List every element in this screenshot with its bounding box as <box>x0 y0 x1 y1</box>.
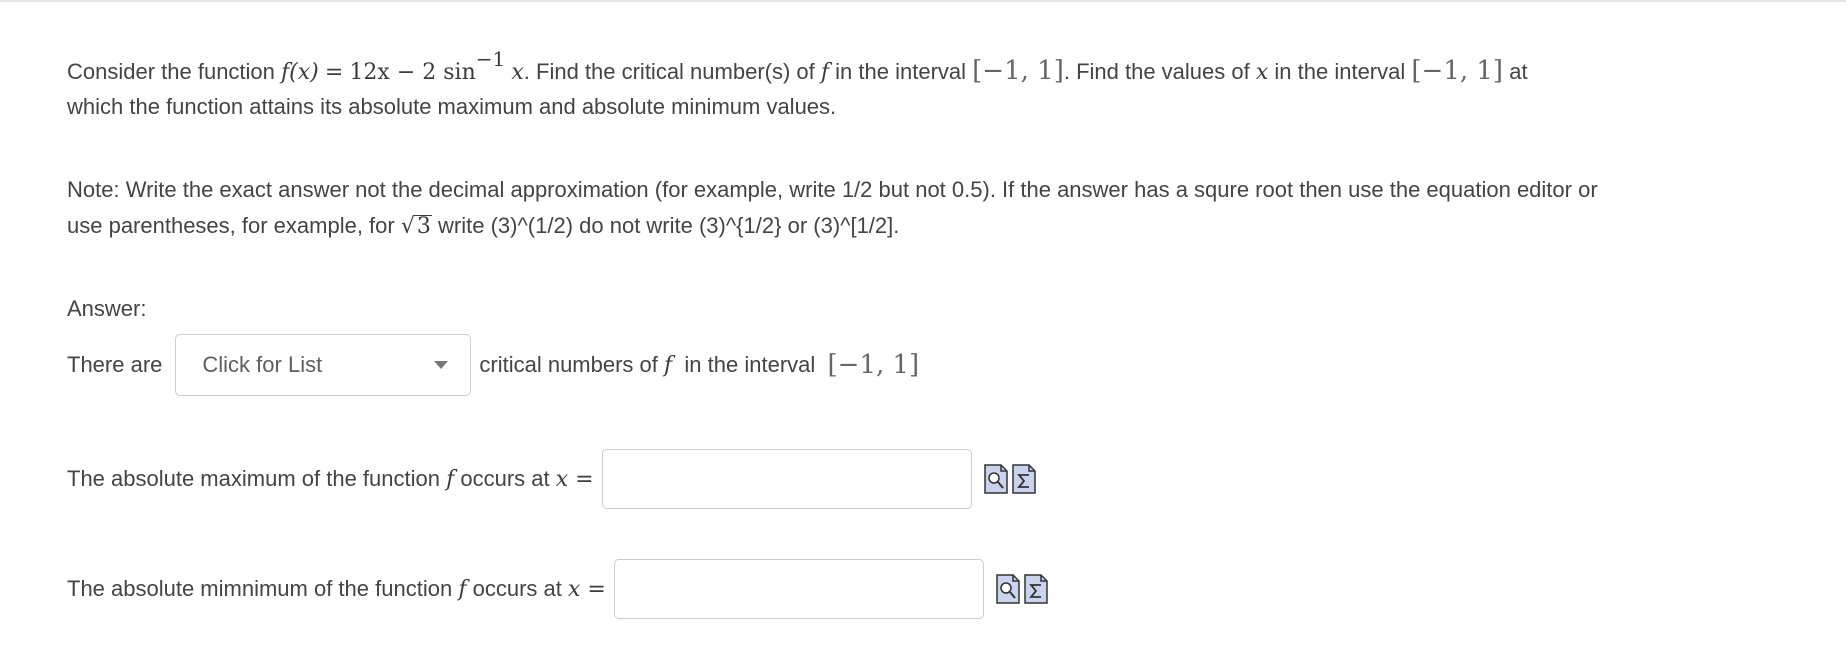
interval-2: [−1, 1] <box>1411 56 1504 86</box>
sqrt-expression: √3 <box>401 209 432 245</box>
note-line-2: use parentheses, for example, for √3 wri… <box>67 208 899 245</box>
x-symbol: x <box>1255 60 1269 85</box>
f-symbol: f <box>820 60 830 85</box>
equation-editor-icon[interactable] <box>1024 574 1048 604</box>
equation-editor-icon[interactable] <box>1011 464 1036 494</box>
question-text-b: in the interval <box>835 59 967 84</box>
note-text-a: use parentheses, for example, for <box>67 213 395 238</box>
critical-prefix: There are <box>67 352 163 377</box>
absolute-min-row: The absolute mimnimum of the function f … <box>67 559 1048 619</box>
preview-icon[interactable] <box>983 464 1008 494</box>
abs-max-input[interactable] <box>601 449 972 509</box>
critical-count-select[interactable]: Click for List <box>175 334 472 396</box>
question-line-1: Consider the function f(x) = 12x − 2 sin… <box>67 47 1528 91</box>
note-text-b: write (3)^(1/2) do not write (3)^{1/2} o… <box>438 213 900 238</box>
question-text-a: . Find the critical number(s) of <box>523 59 815 84</box>
f-symbol: f <box>458 576 467 602</box>
question-intro: Consider the function <box>67 59 275 84</box>
interval-answer: [−1, 1] <box>827 350 920 380</box>
absolute-max-row: The absolute maximum of the function f o… <box>67 449 1036 509</box>
function-rhs: 12x − 2 sin <box>349 60 476 85</box>
critical-numbers-row: There are Click for List critical number… <box>67 334 919 396</box>
f-symbol: f <box>446 466 455 492</box>
max-text: The absolute maximum of the function <box>67 466 440 491</box>
select-placeholder: Click for List <box>202 352 323 377</box>
radical-sign: √ <box>400 214 415 239</box>
function-lhs: f(x) <box>281 60 319 85</box>
x-equals: x = <box>567 576 606 602</box>
interval-1: [−1, 1] <box>972 56 1064 86</box>
sqrt-radicand: 3 <box>414 214 432 239</box>
answer-label: Answer: <box>67 296 147 321</box>
critical-suffix-a: critical numbers of <box>479 352 658 377</box>
equals-sign: = <box>324 60 344 85</box>
question-text-e: at <box>1509 59 1528 84</box>
question-text-d: in the interval <box>1274 59 1406 84</box>
inverse-exponent: −1 <box>475 47 506 71</box>
abs-min-input[interactable] <box>613 559 984 619</box>
function-variable: x <box>511 60 524 85</box>
x-equals: x = <box>555 466 594 492</box>
chevron-down-icon <box>434 361 449 369</box>
preview-icon[interactable] <box>996 574 1020 604</box>
max-tools <box>983 464 1036 494</box>
question-text-c: . Find the values of <box>1063 59 1250 84</box>
question-line-2: which the function attains its absolute … <box>67 94 837 119</box>
critical-suffix-b: in the interval <box>684 352 816 377</box>
min-text: The absolute mimnimum of the function <box>67 576 453 601</box>
min-tools <box>996 574 1048 604</box>
f-symbol: f <box>664 352 673 378</box>
min-text-b: occurs at <box>472 576 562 601</box>
note-line-1: Note: Write the exact answer not the dec… <box>67 177 1598 202</box>
max-text-b: occurs at <box>460 466 550 491</box>
top-divider <box>0 0 1846 2</box>
